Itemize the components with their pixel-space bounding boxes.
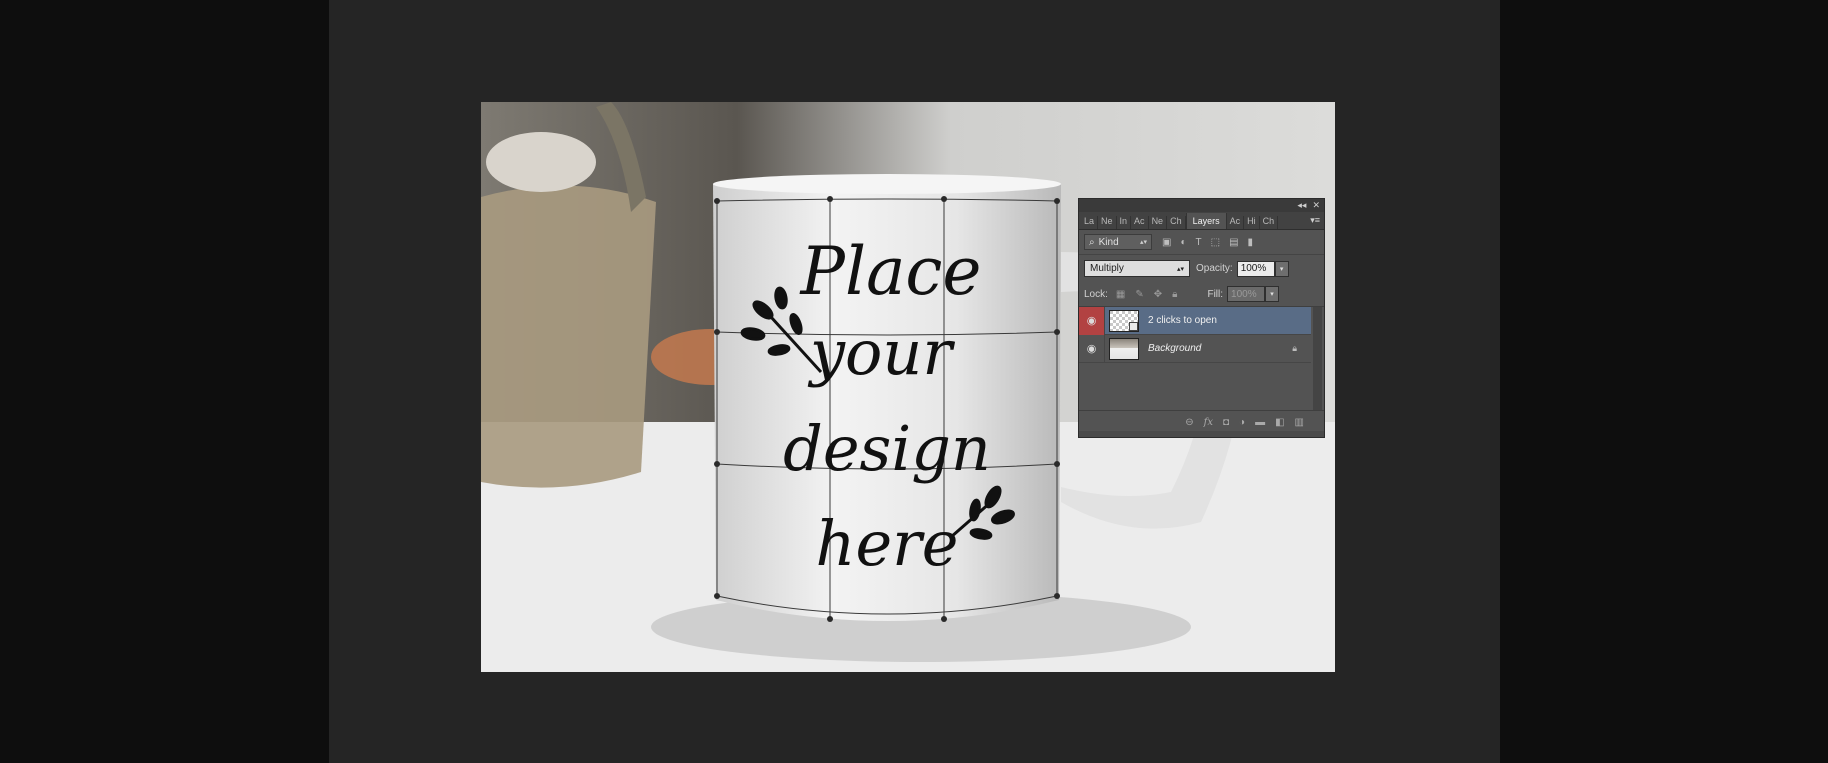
shape-filter-icon[interactable]: ⬚ [1211,237,1220,248]
select-arrows-icon: ▴▾ [1176,265,1184,273]
lock-paint-icon[interactable]: ✎ [1135,289,1143,300]
lock-icons: ▦ ✎ ✥ 🔒︎ [1116,289,1178,300]
basket-shape [481,185,656,488]
blend-row: Multiply ▴▾ Opacity: 100% ▾ [1079,255,1324,282]
basket-cloth [486,132,596,192]
panel-resize-handle[interactable] [1079,431,1324,437]
lock-move-icon[interactable]: ✥ [1154,289,1162,300]
fx-icon[interactable]: fx [1204,417,1213,428]
layers-panel[interactable]: ◂◂ ✕ La Ne In Ac Ne Ch Layers Ac Hi Ch ▾… [1078,198,1325,438]
panel-tabs: La Ne In Ac Ne Ch Layers Ac Hi Ch ▾≡ [1079,212,1324,230]
mockup-line-2: your [807,316,955,389]
background-thumbnail [1109,337,1139,360]
tab-8[interactable]: Ac [1227,216,1245,229]
smart-object-filter-icon[interactable]: ▤ [1229,237,1238,248]
layer-row-smart-object[interactable]: ◉ 2 clicks to open [1079,306,1311,335]
layer-row-background[interactable]: ◉ Background 🔒︎ [1079,334,1311,363]
panel-titlebar: ◂◂ ✕ [1079,199,1324,212]
filter-icons: ▣ ◐ T ⬚ ▤ ▮ [1162,237,1253,248]
add-mask-icon[interactable]: ◘ [1223,417,1229,428]
panel-menu-icon[interactable]: ▾≡ [1310,215,1320,226]
tab-9[interactable]: Hi [1244,216,1260,229]
pixel-filter-icon[interactable]: ▣ [1162,237,1171,248]
tab-5[interactable]: Ne [1149,216,1168,229]
adjustment-layer-icon[interactable]: ◑ [1239,417,1245,428]
layers-scrollbar[interactable] [1313,307,1322,410]
adjustment-filter-icon[interactable]: ◐ [1180,237,1186,248]
delete-layer-icon[interactable]: ▥ [1295,417,1304,428]
layer-name[interactable]: Background [1148,343,1201,354]
blend-mode-select[interactable]: Multiply ▴▾ [1084,260,1190,277]
lock-icon: 🔒︎ [1292,343,1297,353]
fill-label: Fill: [1207,288,1224,300]
search-icon: ⌕ [1089,236,1095,248]
fill-dropdown-button[interactable]: ▾ [1265,286,1280,302]
smart-object-thumbnail [1109,309,1139,332]
tab-layers[interactable]: Layers [1185,213,1227,229]
eye-icon[interactable]: ◉ [1079,306,1105,335]
layers-list: ◉ 2 clicks to open ◉ Background 🔒︎ [1079,306,1324,411]
lock-transparency-icon[interactable]: ▦ [1116,289,1125,300]
opacity-label: Opacity: [1196,263,1233,274]
lock-row: Lock: ▦ ✎ ✥ 🔒︎ Fill: 100% ▾ [1079,282,1324,307]
eye-icon[interactable]: ◉ [1079,334,1105,363]
link-layers-icon[interactable]: ⊖ [1185,417,1193,428]
tab-6[interactable]: Ch [1167,216,1186,229]
new-layer-icon[interactable]: ◧ [1275,417,1284,428]
layers-bottom-bar: ⊖ fx ◘ ◑ ▬ ◧ ▥ [1079,411,1324,433]
fill-field[interactable]: 100% [1227,286,1266,302]
filter-toggle-icon[interactable]: ▮ [1248,237,1254,248]
workspace-right-margin [1500,0,1828,763]
layer-filter-row: ⌕ Kind ▴▾ ▣ ◐ T ⬚ ▤ ▮ [1079,230,1324,255]
mug-rim [713,174,1061,194]
layer-name[interactable]: 2 clicks to open [1148,315,1217,326]
tab-3[interactable]: In [1117,216,1132,229]
mockup-line-1: Place [800,233,982,310]
new-group-icon[interactable]: ▬ [1255,417,1265,428]
tab-10[interactable]: Ch [1260,216,1279,229]
collapse-panel-icon[interactable]: ◂◂ [1297,200,1306,211]
blend-mode-value: Multiply [1090,263,1124,274]
close-panel-icon[interactable]: ✕ [1312,200,1320,211]
filter-kind-label: Kind [1098,236,1119,248]
opacity-dropdown-button[interactable]: ▾ [1274,260,1289,277]
tab-2[interactable]: Ne [1098,216,1117,229]
tab-1[interactable]: La [1081,216,1099,229]
workspace-left-margin [0,0,329,763]
type-filter-icon[interactable]: T [1196,237,1202,248]
lock-all-icon[interactable]: 🔒︎ [1172,289,1177,300]
mockup-line-4: here [816,507,959,580]
filter-kind-select[interactable]: ⌕ Kind ▴▾ [1084,234,1152,250]
tab-4[interactable]: Ac [1131,216,1149,229]
lock-label: Lock: [1084,288,1108,300]
opacity-field[interactable]: 100% [1236,260,1275,277]
select-arrows-icon: ▴▾ [1139,239,1147,246]
mockup-line-3: design [783,412,991,485]
